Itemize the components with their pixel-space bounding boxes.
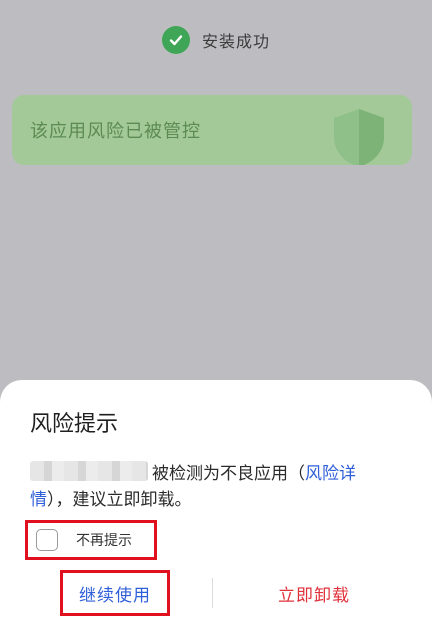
dialog-message-line1: 被检测为不良应用（ 风险详 — [30, 458, 410, 484]
install-status-text: 安装成功 — [201, 32, 270, 51]
banner-text: 该应用风险已被管控 — [30, 121, 201, 142]
risk-details-link[interactable]: 风险详 — [305, 459, 356, 484]
risk-dialog: 风险提示 被检测为不良应用（ 风险详 情 ），建议立即卸载。 不再提示 继续使用… — [0, 380, 432, 621]
risk-controlled-banner: 该应用风险已被管控 — [12, 95, 412, 165]
dont-remind-checkbox[interactable] — [36, 529, 58, 551]
message-part2: ），建议立即卸载。 — [47, 489, 192, 510]
button-divider — [212, 578, 213, 608]
app-name-blurred — [30, 461, 148, 481]
check-icon — [161, 26, 190, 54]
uninstall-now-button[interactable]: 立即卸载 — [256, 570, 372, 616]
shield-icon — [334, 109, 384, 165]
message-part1: 被检测为不良应用（ — [152, 463, 305, 484]
dialog-title: 风险提示 — [30, 412, 119, 437]
dont-remind-row[interactable]: 不再提示 — [25, 520, 157, 560]
dialog-message-line2: 情 ），建议立即卸载。 — [30, 484, 192, 510]
continue-using-button[interactable]: 继续使用 — [60, 570, 170, 616]
risk-details-link-cont[interactable]: 情 — [30, 485, 47, 510]
install-status: 安装成功 — [0, 24, 432, 56]
dont-remind-label[interactable]: 不再提示 — [76, 530, 132, 550]
